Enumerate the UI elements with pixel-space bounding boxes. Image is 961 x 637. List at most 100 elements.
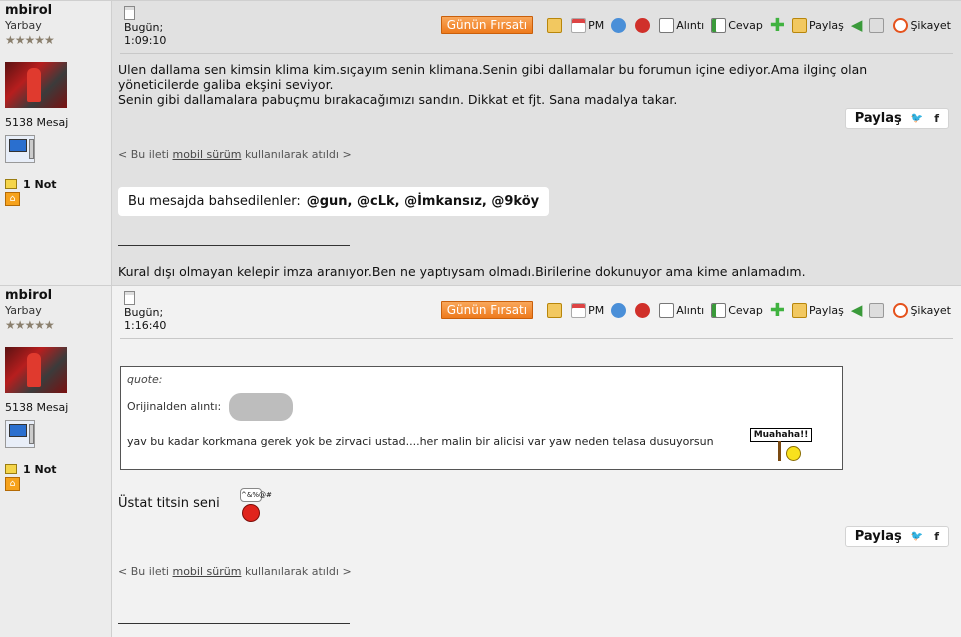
share-label: Paylaş bbox=[854, 111, 902, 126]
quote-text: yav bu kadar korkmana gerek yok be zirva… bbox=[127, 435, 714, 448]
share-folder-button[interactable]: Paylaş bbox=[791, 17, 844, 33]
reply-icon bbox=[711, 302, 727, 318]
message-count: 5138 Mesaj bbox=[5, 116, 69, 129]
avatar[interactable] bbox=[5, 62, 67, 108]
post-time: 1:16:40 bbox=[124, 319, 167, 332]
share-network-icon[interactable]: ◀ bbox=[851, 16, 863, 34]
notes-count[interactable]: 1 Not bbox=[5, 463, 57, 476]
mentions-list[interactable]: @gun, @cLk, @İmkansız, @9köy bbox=[307, 194, 539, 209]
folder-icon bbox=[791, 302, 807, 318]
post-body-line: yöneticilerde galiba ekşini seviyor. bbox=[118, 77, 334, 92]
post-content: Bugün; 1:16:40 Günün Fırsatı PM Alıntı C… bbox=[112, 286, 961, 637]
mobile-version-link[interactable]: mobil sürüm bbox=[172, 148, 241, 161]
computer-icon bbox=[5, 135, 35, 163]
post-body: Üstat titsin seni bbox=[118, 496, 220, 511]
notes-count[interactable]: 1 Not bbox=[5, 178, 57, 191]
add-friend-icon[interactable] bbox=[611, 302, 628, 318]
quote-button[interactable]: Alıntı bbox=[659, 302, 704, 318]
post-content: Bugün; 1:09:10 Günün Fırsatı PM Alıntı C… bbox=[112, 1, 961, 285]
document-icon bbox=[124, 6, 135, 20]
message-icon[interactable] bbox=[547, 17, 564, 33]
folder-icon bbox=[791, 17, 807, 33]
plus-icon[interactable]: ✚ bbox=[770, 16, 785, 34]
print-icon[interactable] bbox=[869, 17, 886, 33]
notes-label: 1 Not bbox=[23, 463, 57, 476]
mobile-version-link[interactable]: mobil sürüm bbox=[172, 565, 241, 578]
share-label: Paylaş bbox=[854, 529, 902, 544]
computer-icon bbox=[5, 420, 35, 448]
author-sidebar: mbirol Yarbay ★★★★★ 5138 Mesaj 1 Not ⌂ bbox=[0, 286, 112, 637]
quote-label: quote: bbox=[127, 373, 163, 386]
share-button[interactable]: Paylaş 🐦 f bbox=[844, 526, 949, 547]
reply-button[interactable]: Cevap bbox=[711, 17, 763, 33]
quote-icon bbox=[659, 17, 675, 33]
author-rank: Yarbay bbox=[5, 19, 42, 32]
blurred-username bbox=[229, 393, 293, 421]
post-time: 1:09:10 bbox=[124, 34, 167, 47]
note-icon bbox=[5, 179, 17, 189]
swear-bubble: ^&%@# bbox=[240, 488, 272, 502]
mobile-note: < Bu ileti mobil sürüm kullanılarak atıl… bbox=[118, 148, 352, 161]
pm-button[interactable]: PM bbox=[571, 302, 604, 318]
post-date-label: Bugün; bbox=[124, 21, 164, 34]
post-date: Bugün; 1:09:10 bbox=[124, 6, 166, 47]
message-count: 5138 Mesaj bbox=[5, 401, 69, 414]
facebook-icon[interactable]: f bbox=[934, 530, 939, 543]
share-button[interactable]: Paylaş 🐦 f bbox=[844, 108, 949, 129]
rank-stars-icon: ★★★★★ bbox=[5, 318, 55, 332]
quote-box: quote: Orijinalden alıntı: yav bu kadar … bbox=[120, 366, 843, 470]
pm-icon bbox=[571, 302, 587, 318]
pm-button[interactable]: PM bbox=[571, 17, 604, 33]
notes-label: 1 Not bbox=[23, 178, 57, 191]
share-network-icon[interactable]: ◀ bbox=[851, 301, 863, 319]
muahaha-smiley-icon: Muahaha!! bbox=[750, 428, 814, 462]
warning-icon bbox=[893, 17, 909, 33]
post-toolbar: Günün Fırsatı PM Alıntı Cevap ✚ Paylaş ◀… bbox=[440, 15, 951, 35]
avatar[interactable] bbox=[5, 347, 67, 393]
deal-button[interactable]: Günün Fırsatı bbox=[440, 16, 534, 34]
reply-icon bbox=[711, 17, 727, 33]
reply-button[interactable]: Cevap bbox=[711, 302, 763, 318]
home-icon[interactable]: ⌂ bbox=[5, 192, 20, 206]
signature-divider bbox=[118, 623, 350, 624]
post-body-line: Senin gibi dallamalara pabuçmu bırakacağ… bbox=[118, 92, 678, 107]
divider bbox=[120, 53, 953, 54]
quote-source: Orijinalden alıntı: bbox=[127, 400, 222, 413]
note-icon bbox=[5, 464, 17, 474]
signature-divider bbox=[118, 245, 350, 246]
block-hand-icon[interactable] bbox=[635, 17, 652, 33]
author-name[interactable]: mbirol bbox=[5, 3, 106, 19]
deal-button[interactable]: Günün Fırsatı bbox=[440, 301, 534, 319]
twitter-icon[interactable]: 🐦 bbox=[911, 113, 923, 124]
angry-smiley-icon: ^&%@# bbox=[240, 488, 272, 524]
block-hand-icon[interactable] bbox=[635, 302, 652, 318]
post-body: Ulen dallama sen kimsin klima kim.sıçayı… bbox=[118, 62, 938, 107]
author-rank: Yarbay bbox=[5, 304, 42, 317]
mentions-label: Bu mesajda bahsedilenler: bbox=[128, 194, 301, 209]
post-body-line: Ulen dallama sen kimsin klima kim.sıçayı… bbox=[118, 62, 868, 77]
mobile-note: < Bu ileti mobil sürüm kullanılarak atıl… bbox=[118, 565, 352, 578]
signature: Kural dışı olmayan kelepir imza aranıyor… bbox=[118, 264, 806, 279]
share-folder-button[interactable]: Paylaş bbox=[791, 302, 844, 318]
complaint-button[interactable]: Şikayet bbox=[893, 17, 951, 33]
document-icon bbox=[124, 291, 135, 305]
author-sidebar: mbirol Yarbay ★★★★★ 5138 Mesaj 1 Not ⌂ bbox=[0, 1, 112, 285]
quote-icon bbox=[659, 302, 675, 318]
divider bbox=[120, 338, 953, 339]
warning-icon bbox=[893, 302, 909, 318]
message-icon[interactable] bbox=[547, 302, 564, 318]
complaint-button[interactable]: Şikayet bbox=[893, 302, 951, 318]
post-date: Bugün; 1:16:40 bbox=[124, 291, 166, 332]
author-name[interactable]: mbirol bbox=[5, 288, 106, 304]
post-date-label: Bugün; bbox=[124, 306, 164, 319]
mentions-box: Bu mesajda bahsedilenler: @gun, @cLk, @İ… bbox=[118, 187, 550, 216]
add-friend-icon[interactable] bbox=[611, 17, 628, 33]
facebook-icon[interactable]: f bbox=[934, 112, 939, 125]
quote-button[interactable]: Alıntı bbox=[659, 17, 704, 33]
twitter-icon[interactable]: 🐦 bbox=[911, 531, 923, 542]
home-icon[interactable]: ⌂ bbox=[5, 477, 20, 491]
print-icon[interactable] bbox=[869, 302, 886, 318]
plus-icon[interactable]: ✚ bbox=[770, 301, 785, 319]
forum-post: mbirol Yarbay ★★★★★ 5138 Mesaj 1 Not ⌂ B… bbox=[0, 0, 961, 285]
rank-stars-icon: ★★★★★ bbox=[5, 33, 55, 47]
